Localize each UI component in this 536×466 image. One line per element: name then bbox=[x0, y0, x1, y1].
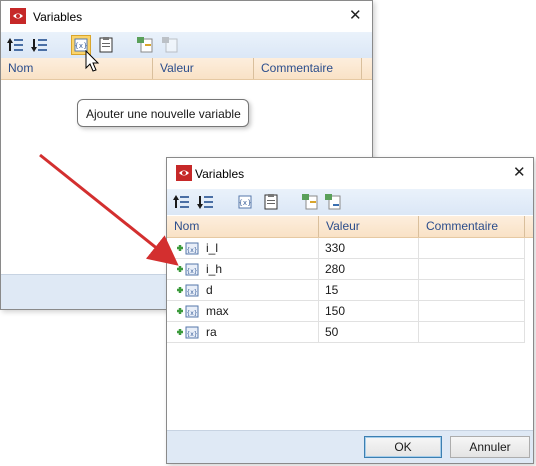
column-header-nom[interactable]: Nom bbox=[1, 58, 153, 79]
app-icon bbox=[176, 165, 192, 181]
column-header-valeur[interactable]: Valeur bbox=[319, 216, 419, 237]
variable-name-cell[interactable]: i_l bbox=[167, 238, 319, 259]
move-down-icon[interactable] bbox=[30, 36, 48, 54]
variable-comment-cell[interactable] bbox=[419, 259, 525, 280]
back-toolbar: {x} bbox=[1, 32, 372, 58]
variable-value-cell[interactable]: 50 bbox=[319, 322, 419, 343]
variable-name-cell[interactable]: max bbox=[167, 301, 319, 322]
export-icon[interactable] bbox=[324, 193, 342, 211]
tooltip: Ajouter une nouvelle variable bbox=[77, 99, 249, 127]
close-icon[interactable]: ✕ bbox=[513, 165, 526, 180]
move-up-icon[interactable] bbox=[172, 193, 190, 211]
app-icon bbox=[10, 8, 26, 24]
window-title: Variables bbox=[33, 10, 83, 24]
column-header-commentaire[interactable]: Commentaire bbox=[419, 216, 525, 237]
front-titlebar: Variables ✕ bbox=[167, 158, 533, 188]
front-toolbar: {x} bbox=[167, 189, 533, 215]
variable-name-cell[interactable]: i_h bbox=[167, 259, 319, 280]
variables-table: {x} i_l 330 {x} i_h 280 {x} d 15 {x} max 150 {x} ra 50 bbox=[167, 238, 525, 348]
variable-value-cell[interactable]: 150 bbox=[319, 301, 419, 322]
mouse-cursor-icon bbox=[85, 50, 101, 74]
front-table-header: Nom Valeur Commentaire bbox=[167, 216, 533, 238]
back-titlebar: Variables ✕ bbox=[1, 1, 372, 31]
close-icon[interactable]: ✕ bbox=[349, 8, 362, 23]
variable-value-cell[interactable]: 330 bbox=[319, 238, 419, 259]
window-title: Variables bbox=[195, 167, 245, 181]
svg-text:{x}: {x} bbox=[238, 199, 251, 207]
variable-value-cell[interactable]: 280 bbox=[319, 259, 419, 280]
front-variables-window: Variables ✕ {x} Nom Valeur Commentaire {… bbox=[166, 157, 534, 464]
export-icon[interactable] bbox=[161, 36, 179, 54]
table-row[interactable]: {x} max 150 bbox=[167, 301, 525, 322]
column-header-commentaire[interactable]: Commentaire bbox=[254, 58, 362, 79]
table-row[interactable]: {x} ra 50 bbox=[167, 322, 525, 343]
column-header-valeur[interactable]: Valeur bbox=[153, 58, 254, 79]
variable-comment-cell[interactable] bbox=[419, 280, 525, 301]
add-variable-icon[interactable]: {x} bbox=[236, 193, 254, 211]
cancel-button[interactable]: Annuler bbox=[450, 436, 530, 458]
variable-value-cell[interactable]: 15 bbox=[319, 280, 419, 301]
import-icon[interactable] bbox=[301, 193, 319, 211]
svg-text:{x}: {x} bbox=[74, 42, 87, 50]
variable-comment-cell[interactable] bbox=[419, 301, 525, 322]
variable-name-cell[interactable]: d bbox=[167, 280, 319, 301]
column-header-nom[interactable]: Nom bbox=[167, 216, 319, 237]
variable-name-cell[interactable]: ra bbox=[167, 322, 319, 343]
back-table-header: Nom Valeur Commentaire bbox=[1, 58, 372, 80]
ok-button[interactable]: OK bbox=[364, 436, 442, 458]
variable-comment-cell[interactable] bbox=[419, 238, 525, 259]
front-bottom-bar: OK Annuler bbox=[167, 430, 533, 463]
clipboard-icon[interactable] bbox=[262, 193, 280, 211]
table-row[interactable]: {x} i_l 330 bbox=[167, 238, 525, 259]
import-icon[interactable] bbox=[136, 36, 154, 54]
variable-comment-cell[interactable] bbox=[419, 322, 525, 343]
move-up-icon[interactable] bbox=[6, 36, 24, 54]
move-down-icon[interactable] bbox=[196, 193, 214, 211]
table-row[interactable]: {x} d 15 bbox=[167, 280, 525, 301]
table-row[interactable]: {x} i_h 280 bbox=[167, 259, 525, 280]
